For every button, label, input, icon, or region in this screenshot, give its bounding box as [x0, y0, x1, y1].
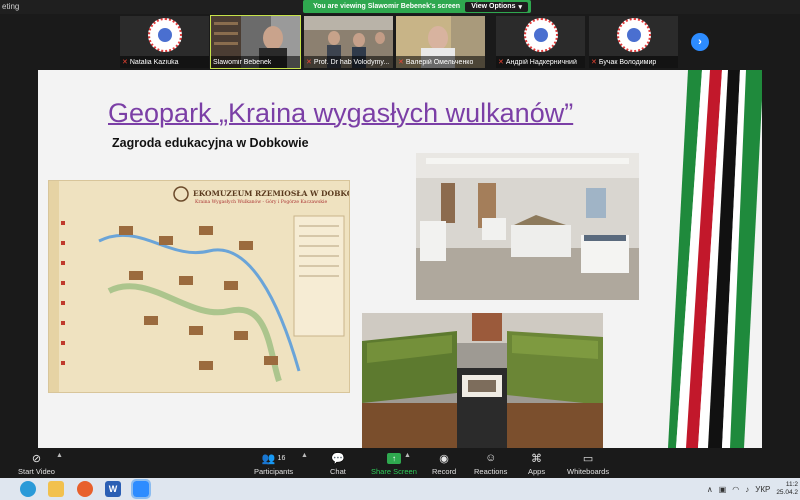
start-video-button[interactable]: ⊘ Start Video: [18, 451, 55, 477]
participant-name: Slawomir Bebenek: [213, 58, 272, 66]
museum-hall-photo: [416, 153, 639, 300]
participant-name-row: ✕ Валерій Омельченко: [396, 56, 485, 68]
participants-options-caret-icon[interactable]: ▲: [301, 452, 308, 459]
mic-muted-icon: ✕: [122, 59, 128, 66]
reactions-label: Reactions: [474, 467, 508, 476]
participant-name-row: ✕ Андрій Надкерничний: [496, 56, 585, 68]
participant-name: Бучак Володимир: [598, 58, 657, 66]
participant-name-row: ✕ Бучак Володимир: [589, 56, 678, 68]
participants-icon: 👥 16: [261, 452, 286, 465]
system-tray: ∧ ▣ ◠ ♪ УКР 11:2 25.04.2: [707, 481, 800, 497]
reactions-button[interactable]: ☺ Reactions: [474, 451, 507, 476]
participant-name: Валерій Омельченко: [405, 58, 474, 66]
edge-browser-icon[interactable]: [20, 481, 36, 497]
language-indicator[interactable]: УКР: [755, 485, 770, 494]
participant-name: Андрій Надкерничний: [505, 58, 577, 66]
map-heading: EKOMUZEUM RZEMIOSŁA W DOBKOWIE: [193, 189, 349, 198]
map-subheading: Kraina Wygasłych Wulkanów - Góry i Pogór…: [195, 200, 328, 205]
share-screen-label: Share Screen: [371, 467, 417, 476]
record-button[interactable]: ◉ Record: [432, 451, 457, 477]
participant-strip: ✕ Natalia Kaziuka Slawomir Bebenek ✕ Pro…: [0, 14, 800, 70]
apps-button[interactable]: ⌘ Apps: [528, 451, 546, 477]
participant-logo-icon: [617, 18, 651, 52]
video-off-icon: ⊘: [31, 452, 42, 465]
map-illustration: [49, 181, 349, 392]
reactions-icon: ☺: [485, 452, 497, 464]
slide-title: Geopark „Kraina wygasłych wulkanów”: [108, 98, 574, 128]
video-options-caret-icon[interactable]: ▲: [56, 452, 63, 459]
viewing-banner: You are viewing Slawomir Bebenek's scree…: [303, 0, 531, 13]
share-screen-icon: ↑: [386, 452, 401, 464]
slide-subtitle: Zagroda edukacyjna w Dobkowie: [112, 136, 309, 150]
chevron-up-icon[interactable]: ∧: [707, 485, 713, 494]
participant-tile[interactable]: Slawomir Bebenek: [210, 15, 301, 69]
participant-name-row: ✕ Prof. Dr hab Volodymy...: [304, 56, 393, 68]
record-label: Record: [432, 467, 457, 476]
chat-button[interactable]: 💬 Chat: [330, 451, 346, 477]
zoom-app-icon[interactable]: [131, 479, 151, 499]
viewing-banner-text: You are viewing Slawomir Bebenek's scree…: [313, 3, 461, 10]
start-video-label: Start Video: [18, 467, 55, 476]
whiteboard-icon: ▭: [582, 452, 594, 465]
clock[interactable]: 11:2 25.04.2: [776, 481, 798, 497]
ecomuseum-map-image: EKOMUZEUM RZEMIOSŁA W DOBKOWIE Kraina Wy…: [48, 180, 350, 393]
word-icon[interactable]: W: [105, 481, 121, 497]
participant-name-row: ✕ Natalia Kaziuka: [120, 56, 209, 68]
file-explorer-icon[interactable]: [48, 481, 64, 497]
participant-name-row: Slawomir Bebenek: [211, 56, 300, 68]
whiteboards-label: Whiteboards: [567, 467, 610, 476]
chat-label: Chat: [330, 467, 346, 476]
participant-tile[interactable]: ✕ Андрій Надкерничний: [496, 16, 585, 68]
window-title: eting: [2, 2, 20, 11]
chevron-down-icon: ▾: [518, 3, 522, 11]
view-options-label: View Options: [471, 3, 516, 10]
participant-tile[interactable]: ✕ Валерій Омельченко: [396, 16, 485, 68]
tray-app-icon[interactable]: ▣: [719, 485, 727, 494]
apps-label: Apps: [528, 467, 546, 476]
participant-name: Prof. Dr hab Volodymy...: [313, 58, 390, 66]
participants-count: 16: [277, 454, 286, 462]
zoom-meeting-window: eting You are viewing Slawomir Bebenek's…: [0, 0, 800, 500]
mic-muted-icon: ✕: [306, 59, 312, 66]
participant-tile[interactable]: ✕ Prof. Dr hab Volodymy...: [304, 16, 393, 68]
shared-screen-slide: Geopark „Kraina wygasłych wulkanów” Zagr…: [38, 70, 762, 448]
firefox-icon[interactable]: [77, 481, 93, 497]
terrain-models-photo: [362, 313, 603, 448]
share-options-caret-icon[interactable]: ▲: [404, 452, 411, 459]
title-bar: eting You are viewing Slawomir Bebenek's…: [0, 0, 800, 14]
participant-logo-icon: [524, 18, 558, 52]
mic-muted-icon: ✕: [498, 59, 504, 66]
clock-time: 11:2: [785, 481, 798, 488]
mic-muted-icon: ✕: [398, 59, 404, 66]
participants-label: Participants: [254, 467, 294, 476]
decorative-stripes: [668, 70, 762, 448]
volume-icon[interactable]: ♪: [745, 485, 749, 494]
record-icon: ◉: [439, 452, 449, 465]
participant-tile[interactable]: ✕ Бучак Володимир: [589, 16, 678, 68]
apps-icon: ⌘: [531, 452, 543, 465]
participants-button[interactable]: 👥 16 Participants: [254, 451, 294, 477]
participant-tile[interactable]: ✕ Natalia Kaziuka: [120, 16, 209, 68]
participant-name: Natalia Kaziuka: [129, 58, 179, 66]
windows-taskbar: W ∧ ▣ ◠ ♪ УКР 11:2 25.04.2: [0, 478, 800, 500]
participant-logo-icon: [148, 18, 182, 52]
whiteboards-button[interactable]: ▭ Whiteboards: [567, 451, 610, 477]
next-participants-arrow-icon[interactable]: ›: [691, 33, 709, 51]
wifi-icon[interactable]: ◠: [732, 485, 739, 494]
chat-icon: 💬: [331, 452, 345, 465]
meeting-toolbar: ⊘ Start Video ▲ 👥 16 Participants ▲ 💬 Ch…: [0, 448, 800, 478]
view-options-button[interactable]: View Options ▾: [465, 1, 528, 12]
mic-muted-icon: ✕: [591, 59, 597, 66]
clock-date: 25.04.2: [776, 489, 798, 496]
